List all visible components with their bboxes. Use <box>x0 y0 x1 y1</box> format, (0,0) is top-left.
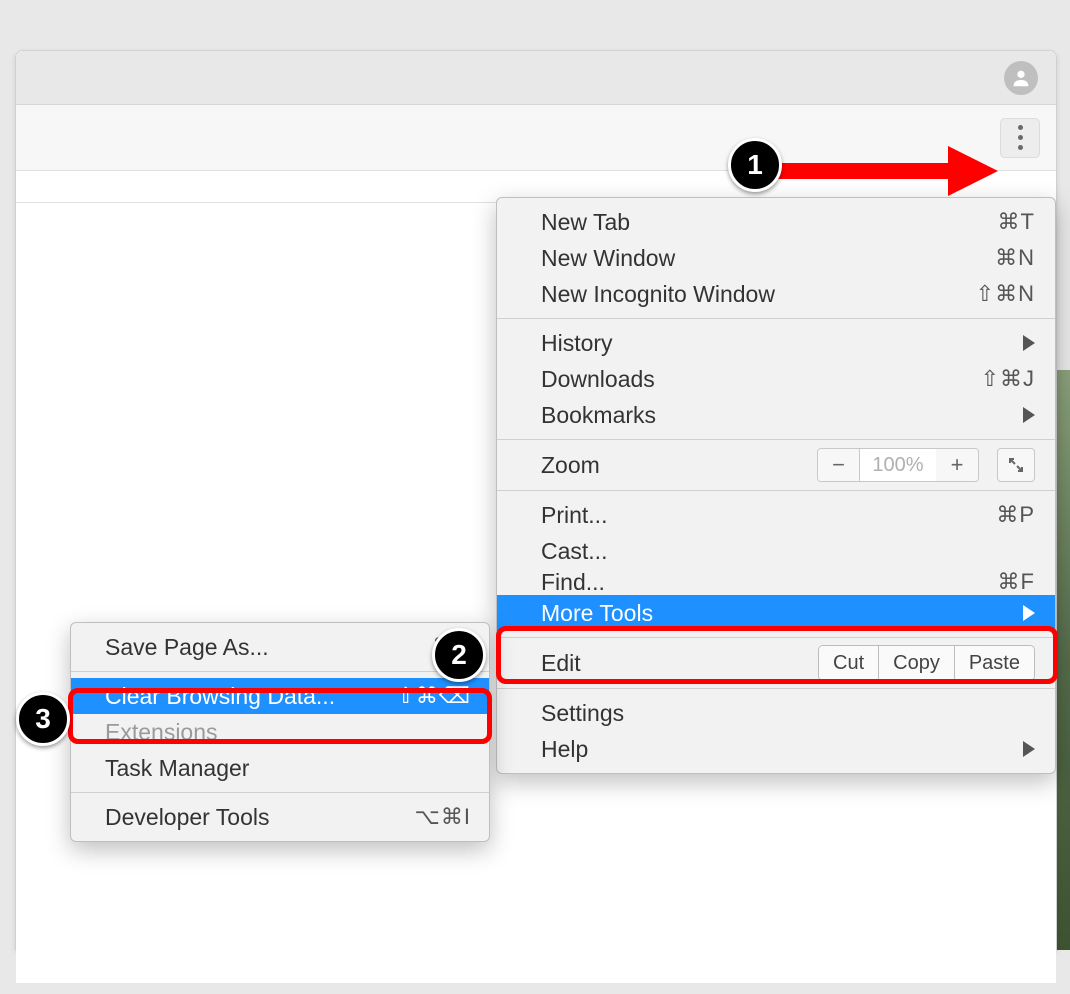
menu-bookmarks[interactable]: Bookmarks <box>497 397 1055 433</box>
menu-zoom-row: Zoom − 100% + <box>497 440 1055 490</box>
menu-item-shortcut: ⇧⌘J <box>981 366 1035 392</box>
submenu-clear-browsing-data[interactable]: Clear Browsing Data... ⇧⌘⌫ <box>71 678 489 714</box>
menu-item-shortcut: ⇧⌘N <box>976 281 1035 307</box>
menu-print[interactable]: Print... ⌘P <box>497 497 1055 533</box>
annotation-arrow-icon <box>778 146 998 196</box>
submenu-save-page[interactable]: Save Page As... ⌘S <box>71 629 489 665</box>
menu-history[interactable]: History <box>497 325 1055 361</box>
menu-item-label: Bookmarks <box>541 402 1023 429</box>
paste-button[interactable]: Paste <box>955 646 1034 680</box>
submenu-extensions[interactable]: Extensions <box>71 714 489 750</box>
titlebar <box>16 51 1056 105</box>
menu-item-label: Edit <box>541 650 818 677</box>
profile-avatar-icon[interactable] <box>1004 61 1038 95</box>
menu-item-shortcut: ⇧⌘⌫ <box>396 683 471 709</box>
menu-item-label: Developer Tools <box>105 804 415 831</box>
menu-more-tools[interactable]: More Tools <box>497 595 1055 631</box>
menu-item-label: Settings <box>541 700 1035 727</box>
fullscreen-button[interactable] <box>997 448 1035 482</box>
main-menu: New Tab ⌘T New Window ⌘N New Incognito W… <box>496 197 1056 774</box>
menu-item-label: Downloads <box>541 366 981 393</box>
menu-item-label: More Tools <box>541 600 1023 627</box>
menu-edit-row: Edit Cut Copy Paste <box>497 638 1055 688</box>
menu-item-label: Find... <box>541 569 998 595</box>
menu-item-label: Print... <box>541 502 996 529</box>
menu-item-shortcut: ⌘P <box>996 502 1035 528</box>
menu-item-label: Save Page As... <box>105 634 432 661</box>
menu-cast[interactable]: Cast... <box>497 533 1055 569</box>
chevron-right-icon <box>1023 407 1035 423</box>
cut-button[interactable]: Cut <box>819 646 879 680</box>
menu-new-tab[interactable]: New Tab ⌘T <box>497 204 1055 240</box>
menu-find[interactable]: Find... ⌘F <box>497 569 1055 595</box>
submenu-task-manager[interactable]: Task Manager <box>71 750 489 786</box>
menu-item-label: Task Manager <box>105 755 471 782</box>
menu-item-shortcut: ⌘T <box>998 209 1035 235</box>
chevron-right-icon <box>1023 605 1035 621</box>
annotation-step-1: 1 <box>728 138 782 192</box>
menu-item-label: New Window <box>541 245 995 272</box>
zoom-out-button[interactable]: − <box>818 449 860 481</box>
menu-downloads[interactable]: Downloads ⇧⌘J <box>497 361 1055 397</box>
menu-item-shortcut: ⌘N <box>995 245 1035 271</box>
menu-item-label: New Incognito Window <box>541 281 976 308</box>
zoom-in-button[interactable]: + <box>936 449 978 481</box>
zoom-value: 100% <box>860 449 936 481</box>
overflow-menu-button[interactable] <box>1000 118 1040 158</box>
menu-item-label: New Tab <box>541 209 998 236</box>
menu-item-label: Clear Browsing Data... <box>105 683 396 710</box>
menu-item-label: History <box>541 330 1023 357</box>
menu-item-label: Help <box>541 736 1023 763</box>
menu-new-window[interactable]: New Window ⌘N <box>497 240 1055 276</box>
menu-item-label: Extensions <box>105 719 471 746</box>
chevron-right-icon <box>1023 335 1035 351</box>
annotation-step-2: 2 <box>432 628 486 682</box>
annotation-step-3: 3 <box>16 692 70 746</box>
chevron-right-icon <box>1023 741 1035 757</box>
zoom-control: − 100% + <box>817 448 979 482</box>
menu-item-shortcut: ⌘F <box>998 569 1035 595</box>
menu-item-label: Cast... <box>541 538 1035 565</box>
menu-item-label: Zoom <box>541 452 817 479</box>
menu-settings[interactable]: Settings <box>497 695 1055 731</box>
menu-new-incognito[interactable]: New Incognito Window ⇧⌘N <box>497 276 1055 312</box>
menu-help[interactable]: Help <box>497 731 1055 767</box>
copy-button[interactable]: Copy <box>879 646 955 680</box>
menu-item-shortcut: ⌥⌘I <box>415 804 471 830</box>
more-tools-submenu: Save Page As... ⌘S Clear Browsing Data..… <box>70 622 490 842</box>
submenu-developer-tools[interactable]: Developer Tools ⌥⌘I <box>71 799 489 835</box>
